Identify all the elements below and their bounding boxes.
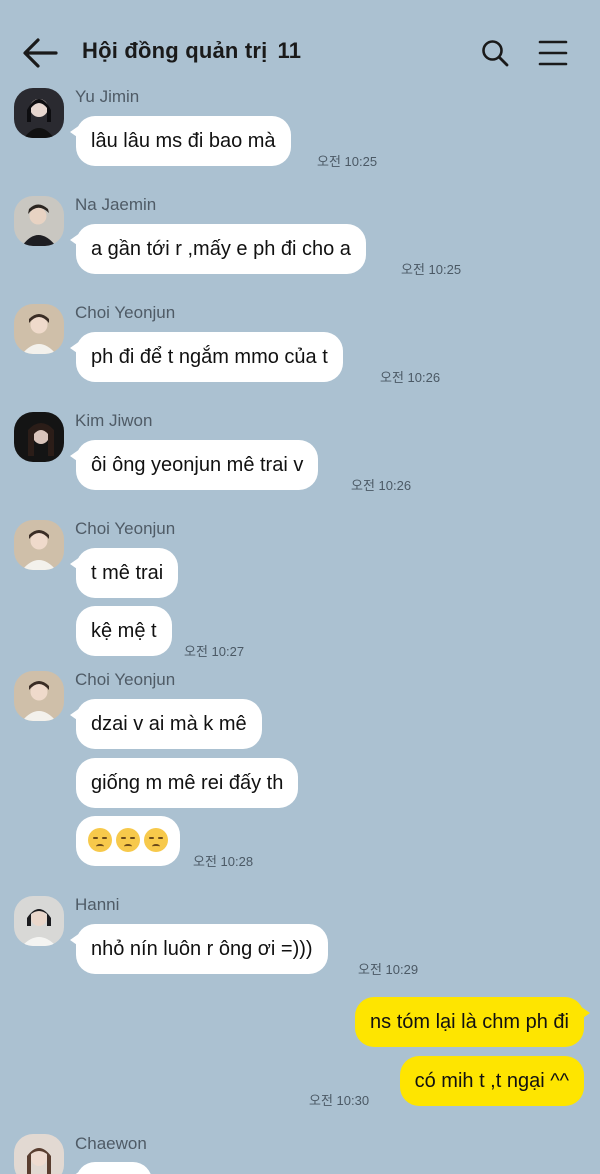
avatar[interactable] (14, 896, 64, 946)
message-time: 오전 10:27 (184, 644, 245, 659)
avatar[interactable] (14, 196, 64, 246)
message-time: 오전 10:30 (309, 1093, 370, 1108)
pensive-face-icon (144, 827, 168, 852)
sender-name: Kim Jiwon (75, 411, 153, 430)
avatar[interactable] (14, 412, 64, 462)
pensive-face-icon (116, 827, 140, 852)
message-bubble[interactable]: lâu lâu ms đi bao mà (70, 116, 291, 166)
message-time: 오전 10:26 (380, 370, 441, 385)
emoji-message-bubble[interactable] (76, 816, 180, 866)
chat-title: Hội đồng quản trị 11 (82, 38, 301, 64)
sender-name: Choi Yeonjun (75, 670, 176, 689)
sender-name: Choi Yeonjun (75, 303, 176, 322)
arrow-left-icon[interactable] (22, 37, 58, 69)
avatar[interactable] (14, 1134, 64, 1174)
message-bubble[interactable]: ôi ông yeonjun mê trai v (69, 440, 319, 490)
outgoing-message-bubble[interactable]: ns tóm lại là chm ph đi (355, 997, 590, 1047)
sender-name: Chaewon (75, 1134, 147, 1153)
avatar[interactable] (14, 520, 64, 570)
message-bubble[interactable]: giống m mê rei đấy th (76, 758, 299, 808)
pensive-face-icon (88, 827, 112, 852)
message-bubble[interactable]: ph đi để t ngắm mmo của t (70, 332, 343, 382)
sender-name: Yu Jimin (75, 87, 140, 106)
message-time: 오전 10:29 (358, 962, 419, 977)
message-bubble[interactable]: t mê trai (69, 548, 179, 598)
avatar[interactable] (14, 304, 64, 354)
hamburger-menu-icon[interactable] (538, 38, 568, 68)
message-bubble[interactable]: kệ mệ t (76, 606, 172, 656)
outgoing-message-bubble[interactable]: có mih t ,t ngại ^^ (399, 1056, 584, 1106)
sender-name: Na Jaemin (75, 195, 157, 214)
message-bubble[interactable]: dzai v ai mà k mê (70, 699, 262, 749)
message-bubble[interactable]: nhỏ nín luôn r ông ơi =))) (70, 924, 328, 974)
message-time: 오전 10:25 (401, 262, 462, 277)
message-time: 오전 10:28 (193, 854, 254, 869)
group-name: Hội đồng quản trị (82, 38, 268, 63)
message-bubble[interactable] (70, 1162, 152, 1174)
chat-header: Hội đồng quản trị 11 (0, 0, 600, 100)
member-count: 11 (277, 38, 302, 63)
sender-name: Hanni (75, 895, 120, 914)
avatar[interactable] (14, 671, 64, 721)
message-time: 오전 10:25 (317, 154, 378, 169)
search-icon[interactable] (480, 38, 510, 68)
message-time: 오전 10:26 (351, 478, 412, 493)
avatar[interactable] (14, 88, 64, 138)
message-bubble[interactable]: a gần tới r ,mấy e ph đi cho a (70, 224, 366, 274)
sender-name: Choi Yeonjun (75, 519, 176, 538)
